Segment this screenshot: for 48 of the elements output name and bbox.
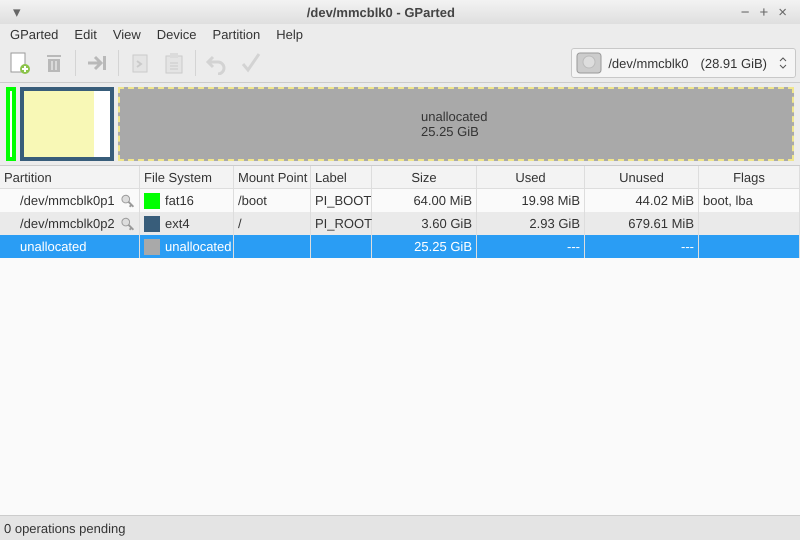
column-header[interactable]: Label <box>311 166 372 188</box>
new-document-icon <box>8 51 32 75</box>
close-button[interactable]: × <box>773 4 792 20</box>
table-cell: unallocated <box>165 239 232 254</box>
table-cell: PI_BOOT <box>315 193 372 208</box>
table-cell: 64.00 MiB <box>413 193 472 208</box>
table-cell: boot, lba <box>703 193 753 208</box>
checkmark-icon <box>239 51 263 75</box>
table-cell: 44.02 MiB <box>635 193 694 208</box>
table-cell: ext4 <box>165 216 190 231</box>
window-menu-button[interactable]: ▾ <box>8 3 26 21</box>
table-cell: PI_ROOT <box>315 216 372 231</box>
column-header[interactable]: Flags <box>699 166 800 188</box>
table-cell: /boot <box>238 193 267 208</box>
window-title: /dev/mmcblk0 - GParted <box>306 4 456 20</box>
menu-item[interactable]: Edit <box>66 26 105 42</box>
block-name: unallocated <box>421 109 488 124</box>
column-header[interactable]: Size <box>372 166 477 188</box>
block-size: 25.25 GiB <box>421 124 480 139</box>
column-header[interactable]: Unused <box>585 166 699 188</box>
table-cell-text: /dev/mmcblk0p1 <box>19 193 115 208</box>
table-cell: 19.98 MiB <box>521 193 580 208</box>
table-cell-text: /dev/mmcblk0p2 <box>19 216 115 231</box>
menu-item[interactable]: View <box>104 26 149 42</box>
column-header[interactable]: Partition <box>0 166 140 188</box>
table-cell: 2.93 GiB <box>529 216 580 231</box>
maximize-button[interactable]: + <box>754 4 774 20</box>
table-cell-text: unallocated <box>19 239 88 254</box>
menu-item[interactable]: Partition <box>204 26 268 42</box>
table-cell: fat16 <box>165 193 194 208</box>
table-cell: 679.61 MiB <box>628 216 694 231</box>
table-cell: 3.60 GiB <box>421 216 472 231</box>
column-header[interactable]: File System <box>140 166 234 188</box>
menu-item[interactable]: Help <box>268 26 311 42</box>
table-cell: 25.25 GiB <box>414 239 472 254</box>
column-header[interactable]: Used <box>477 166 585 188</box>
menu-item[interactable]: Device <box>148 26 205 42</box>
table-cell: / <box>238 216 242 231</box>
table-cell: --- <box>681 239 694 254</box>
status-text: 0 operations pending <box>4 520 126 536</box>
partition-block[interactable] <box>20 87 114 161</box>
column-header[interactable]: Mount Point <box>234 166 311 188</box>
minimize-button[interactable]: − <box>736 4 754 20</box>
unallocated-block[interactable]: unallocated 25.25 GiB <box>118 87 794 161</box>
device-selector[interactable]: /dev/mmcblk0 (28.91 GiB) <box>571 48 796 78</box>
table-cell: --- <box>567 239 580 254</box>
menu-item[interactable]: GParted <box>2 26 66 42</box>
spin-arrows-icon <box>779 55 787 71</box>
